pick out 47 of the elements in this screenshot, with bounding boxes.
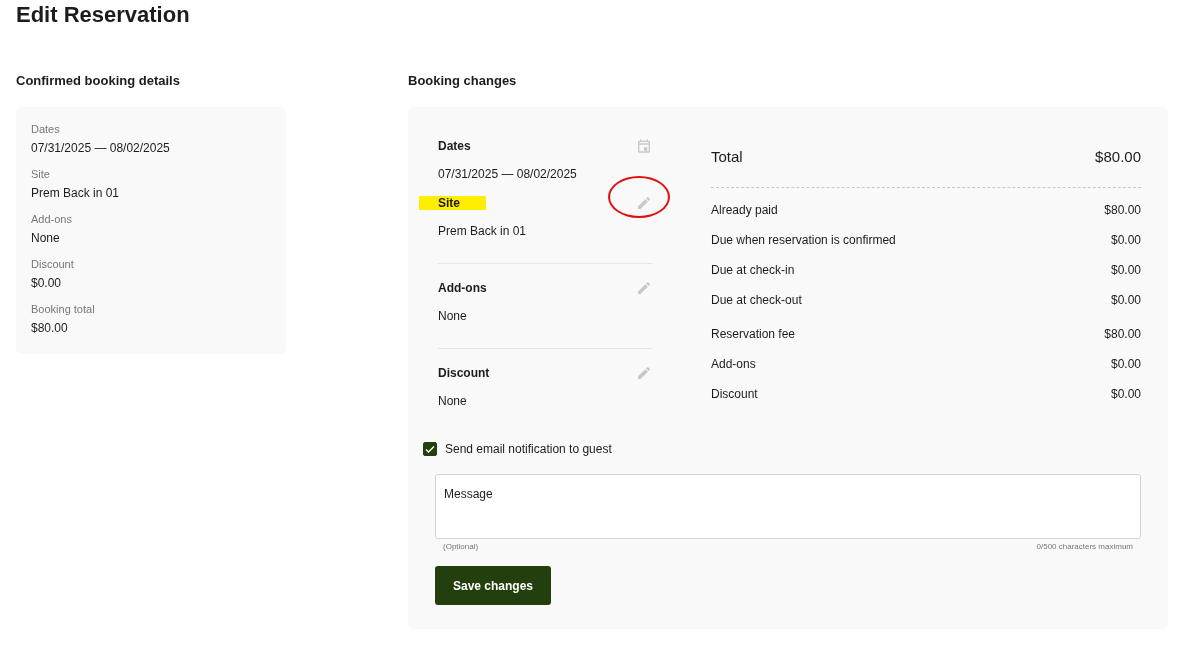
field-label: Site xyxy=(31,167,51,182)
summary-label: Due at check-in xyxy=(711,262,795,278)
item-value: Prem Back in 01 xyxy=(438,223,528,239)
character-counter: 0/500 characters maximum xyxy=(1036,542,1133,551)
item-label: Site xyxy=(419,196,486,210)
section-heading: Confirmed booking details xyxy=(16,73,181,89)
summary-value: $80.00 xyxy=(1104,326,1141,342)
summary-value: $0.00 xyxy=(1110,232,1141,248)
summary-label: Due at check-out xyxy=(711,292,802,308)
checkbox[interactable] xyxy=(423,442,437,456)
calendar-icon[interactable] xyxy=(636,138,652,154)
field-label: Booking total xyxy=(31,302,96,317)
hint-text: (Optional) xyxy=(443,542,479,551)
page-title: Edit Reservation xyxy=(16,1,191,28)
total-value: $80.00 xyxy=(1095,148,1141,166)
field-label: Discount xyxy=(31,257,75,272)
item-value: None xyxy=(438,308,468,324)
total-label: Total xyxy=(711,148,743,166)
save-button[interactable]: Save changes xyxy=(435,566,552,605)
field-value: $0.00 xyxy=(31,275,63,291)
field-label: Add-ons xyxy=(31,212,73,227)
edit-icon[interactable] xyxy=(636,280,652,296)
item-value: None xyxy=(438,393,468,409)
edit-icon[interactable] xyxy=(636,195,652,211)
summary-value: $0.00 xyxy=(1110,386,1141,402)
checkbox-label: Send email notification to guest xyxy=(445,442,612,456)
item-label: Dates xyxy=(437,139,472,153)
field-value: 07/31/2025 — 08/02/2025 xyxy=(31,140,171,156)
summary-label: Add-ons xyxy=(711,356,756,372)
item-label: Add-ons xyxy=(437,281,488,295)
summary-label: Already paid xyxy=(711,202,778,218)
edit-icon[interactable] xyxy=(636,365,652,381)
summary-label: Due when reservation is confirmed xyxy=(711,232,896,248)
summary-label: Discount xyxy=(711,386,758,402)
item-value: 07/31/2025 — 08/02/2025 xyxy=(438,166,578,182)
field-label: Dates xyxy=(31,122,61,137)
field-value: Prem Back in 01 xyxy=(31,185,121,201)
field-value: None xyxy=(31,230,61,246)
field-value: $80.00 xyxy=(31,320,69,336)
summary-value: $0.00 xyxy=(1110,292,1141,308)
item-label: Discount xyxy=(437,366,491,380)
message-field[interactable]: Message xyxy=(435,474,1141,539)
summary-value: $80.00 xyxy=(1104,202,1141,218)
summary-label: Reservation fee xyxy=(711,326,796,342)
section-heading: Booking changes xyxy=(408,73,518,89)
summary-value: $0.00 xyxy=(1110,356,1141,372)
summary-value: $0.00 xyxy=(1110,262,1141,278)
